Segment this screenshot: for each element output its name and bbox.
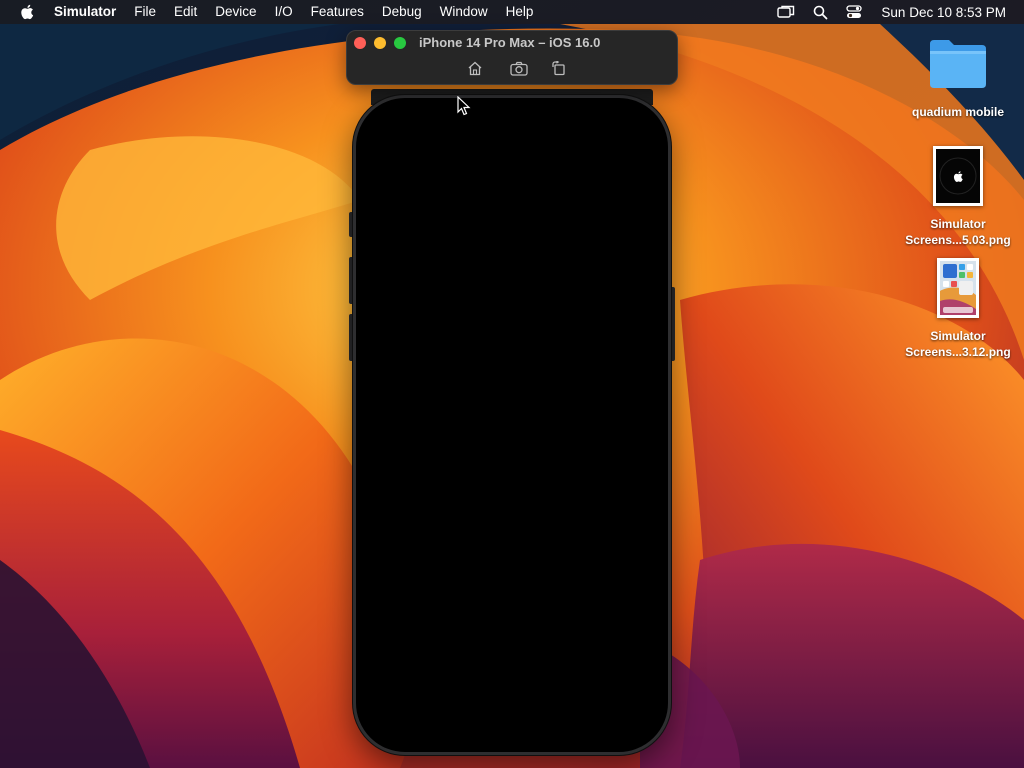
home-screen-preview-icon [940,261,976,315]
home-icon[interactable] [465,59,485,77]
control-center-icon[interactable] [837,0,871,24]
screenshot-thumbnail [937,258,979,318]
menu-io[interactable]: I/O [266,0,302,24]
simulator-window-title: iPhone 14 Pro Max – iOS 16.0 [419,35,601,50]
rotate-icon[interactable] [549,59,569,77]
desktop-icon-screenshot-2[interactable]: Simulator Screens...3.12.png [898,258,1018,360]
desktop-icon-label-line1: Simulator [930,217,986,231]
menu-debug[interactable]: Debug [373,0,431,24]
apple-logo-icon[interactable] [17,2,37,22]
menu-features[interactable]: Features [302,0,373,24]
desktop-icon-screenshot-1[interactable]: Simulator Screens...5.03.png [898,146,1018,248]
menu-window[interactable]: Window [431,0,497,24]
apple-boot-logo-icon [939,157,977,195]
minimize-button[interactable] [374,37,386,49]
mouse-pointer-icon [457,95,471,121]
iphone-simulator-screen[interactable] [353,95,671,755]
desktop-icon-label-line1: Simulator [930,329,986,343]
menu-help[interactable]: Help [497,0,543,24]
menu-bar: Simulator File Edit Device I/O Features … [0,0,1024,24]
close-button[interactable] [354,37,366,49]
spotlight-search-icon[interactable] [803,0,837,24]
menu-app-name[interactable]: Simulator [47,0,125,24]
screen-mirroring-icon[interactable] [769,0,803,24]
simulator-window-titlebar[interactable]: iPhone 14 Pro Max – iOS 16.0 [346,30,678,85]
menu-file[interactable]: File [125,0,165,24]
menu-edit[interactable]: Edit [165,0,206,24]
desktop-icon-label-line2: Screens...3.12.png [905,345,1011,359]
desktop-icon-label: quadium mobile [911,105,1004,119]
folder-icon [930,40,986,88]
desktop-icon-label-line2: Screens...5.03.png [905,233,1011,247]
zoom-button[interactable] [394,37,406,49]
screenshot-thumbnail [933,146,983,206]
screenshot-icon[interactable] [509,59,529,77]
menu-bar-clock[interactable]: Sun Dec 10 8:53 PM [871,5,1024,20]
desktop-icon-folder[interactable]: quadium mobile [898,36,1018,120]
menu-device[interactable]: Device [206,0,265,24]
